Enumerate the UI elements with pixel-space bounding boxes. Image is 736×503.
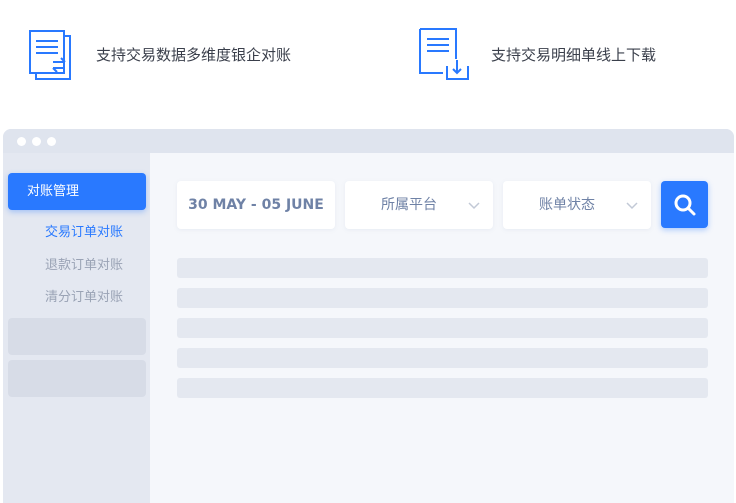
window-titlebar bbox=[3, 129, 734, 153]
feature-reconciliation-text: 支持交易数据多维度银企对账 bbox=[96, 45, 292, 64]
skeleton-row bbox=[177, 348, 708, 368]
chevron-down-icon bbox=[468, 202, 480, 210]
feature-download-text: 支持交易明细单线上下载 bbox=[491, 45, 657, 64]
skeleton-row bbox=[177, 318, 708, 338]
search-icon bbox=[674, 194, 695, 215]
main-content: 30 MAY - 05 JUNE 所属平台 账单状态 bbox=[150, 153, 734, 503]
sidebar-subitem-settlement-orders[interactable]: 清分订单对账 bbox=[45, 286, 123, 305]
document-exchange-icon bbox=[29, 30, 71, 80]
sidebar-subitem-trade-orders[interactable]: 交易订单对账 bbox=[45, 221, 123, 240]
document-download-icon bbox=[419, 28, 469, 80]
skeleton-row bbox=[177, 258, 708, 278]
sidebar-placeholder bbox=[8, 360, 146, 397]
sidebar-subitem-refund-orders[interactable]: 退款订单对账 bbox=[45, 254, 123, 273]
search-button[interactable] bbox=[661, 181, 708, 228]
date-range-filter[interactable]: 30 MAY - 05 JUNE bbox=[177, 181, 335, 229]
sidebar: 对账管理 交易订单对账 退款订单对账 清分订单对账 bbox=[3, 153, 150, 503]
app-window: 对账管理 交易订单对账 退款订单对账 清分订单对账 30 MAY - 05 JU… bbox=[3, 129, 734, 503]
window-dot bbox=[32, 137, 41, 146]
status-select-label: 账单状态 bbox=[539, 197, 595, 213]
feature-reconciliation: 支持交易数据多维度银企对账 bbox=[22, 26, 291, 82]
skeleton-row bbox=[177, 378, 708, 398]
feature-download: 支持交易明细单线上下载 bbox=[417, 26, 656, 82]
window-dot bbox=[47, 137, 56, 146]
status-select[interactable]: 账单状态 bbox=[503, 181, 651, 229]
window-dot bbox=[17, 137, 26, 146]
sidebar-item-reconciliation[interactable]: 对账管理 bbox=[8, 173, 146, 210]
chevron-down-icon bbox=[626, 202, 638, 210]
skeleton-row bbox=[177, 288, 708, 308]
sidebar-placeholder bbox=[8, 318, 146, 355]
platform-select[interactable]: 所属平台 bbox=[345, 181, 493, 229]
platform-select-label: 所属平台 bbox=[381, 197, 437, 213]
